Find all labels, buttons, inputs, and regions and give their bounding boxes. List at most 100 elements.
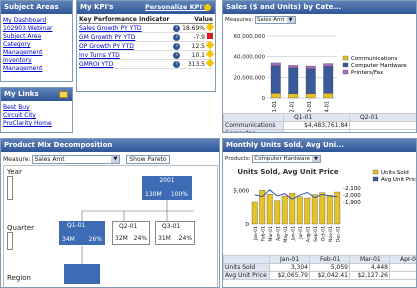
- folder-icon[interactable]: [59, 91, 68, 98]
- info-icon[interactable]: i: [173, 25, 181, 32]
- product-mix-title: Product Mix Decomposition: [4, 141, 113, 149]
- kpi-link[interactable]: OP Growth PY YTD: [79, 43, 134, 50]
- link-webinar-subject-area[interactable]: 102903 Webinar Subject Area: [3, 25, 70, 41]
- decomp-q1-label: Q1-01: [67, 222, 86, 229]
- x-tick-label: Feb-01: [260, 226, 266, 241]
- kpi-info-cell: i: [173, 41, 181, 51]
- chevron-down-icon: ▼: [312, 156, 321, 162]
- link-my-dashboard[interactable]: My Dashboard: [3, 17, 70, 25]
- info-icon[interactable]: i: [173, 52, 181, 59]
- bar-units-sold[interactable]: [251, 201, 258, 225]
- link-category-management[interactable]: Category Management: [3, 41, 70, 57]
- info-icon[interactable]: i: [173, 61, 181, 68]
- product-mix-pane: Product Mix Decomposition Measure: Sales…: [0, 138, 220, 288]
- bar-units-sold[interactable]: [274, 200, 281, 225]
- y2-tick-label: -2,100: [343, 186, 361, 192]
- bar-computer-hardware[interactable]: [323, 66, 334, 94]
- kpi-title: My KPI's: [80, 3, 114, 11]
- gear-icon[interactable]: [204, 4, 211, 11]
- decomp-node-q3[interactable]: Q3-01 31M 24%: [155, 221, 195, 245]
- bar-printers-fax[interactable]: [323, 63, 334, 67]
- units-row: Units Sold3,3045,0594,4483,5: [223, 263, 416, 272]
- units-products-label: Products:: [225, 156, 251, 162]
- decomp-region-node[interactable]: [64, 264, 100, 284]
- legend-swatch: [372, 176, 379, 182]
- sales-measures-select[interactable]: Sales Amt ▼: [254, 16, 296, 24]
- x-tick-label: Oct-01: [320, 226, 326, 241]
- mix-measure-select[interactable]: Sales Amt ▼: [32, 155, 121, 164]
- units-pane: Monthly Units Sold, Avg Uni... Products:…: [222, 138, 417, 288]
- my-links-pane: My Links Best Buy Circuit City ProClarit…: [0, 87, 73, 133]
- bar-computer-hardware[interactable]: [270, 65, 281, 94]
- status-icon: [205, 49, 215, 59]
- kpi-link[interactable]: GM Growth PY YTD: [79, 34, 135, 41]
- legend-swatch: [372, 169, 379, 175]
- decomp-q1-value: 34M: [62, 236, 75, 243]
- bar-computer-hardware[interactable]: [305, 68, 316, 94]
- units-products-select[interactable]: Computer Hardware ▼: [252, 155, 322, 163]
- x-tick-label: Jun-01: [290, 226, 296, 242]
- chevron-down-icon: ▼: [111, 156, 120, 163]
- decomp-q3-label: Q3-01: [162, 223, 181, 230]
- bar-units-sold[interactable]: [266, 194, 273, 225]
- decomp-q3-pct: 24%: [178, 235, 192, 242]
- status-icon: [207, 33, 213, 39]
- kpi-link[interactable]: GMROI YTD: [79, 61, 113, 68]
- link-circuit-city[interactable]: Circuit City: [3, 112, 70, 120]
- status-icon: [205, 22, 215, 32]
- bar-communications[interactable]: [305, 93, 316, 99]
- bar-printers-fax[interactable]: [305, 65, 316, 69]
- sales-row-label: Computer Hardware: [223, 129, 284, 132]
- x-tick-label: May-01: [283, 226, 289, 243]
- link-proclarity-home[interactable]: ProClarity Home: [3, 120, 70, 128]
- personalize-kpis-link[interactable]: Personalize KPI's: [145, 1, 208, 14]
- bar-computer-hardware[interactable]: [288, 67, 299, 94]
- x-tick-label: Jan-01: [253, 226, 259, 241]
- info-icon[interactable]: i: [173, 34, 181, 41]
- sales-measures-label: Measures:: [225, 17, 254, 23]
- bar-communications[interactable]: [288, 93, 299, 99]
- units-cell: 3,304: [269, 263, 310, 272]
- decomp-node-q2[interactable]: Q2-01 32M 24%: [112, 221, 150, 245]
- kpi-row: Sales Growth PY YTD i 18.69%: [79, 22, 215, 33]
- kpi-col-value: Value: [180, 16, 213, 24]
- kpi-link[interactable]: Inv Turns YTD: [79, 52, 120, 59]
- decomp-root-node[interactable]: 2001 130M 100%: [142, 176, 192, 200]
- show-pareto-button[interactable]: Show Pareto: [126, 155, 170, 164]
- bar-units-sold[interactable]: [311, 194, 318, 225]
- bar-printers-fax[interactable]: [288, 65, 299, 69]
- legend-label: Printers/Fax: [351, 70, 384, 76]
- kpi-value: 10.1: [191, 52, 205, 59]
- legend-label: Avg Unit Price: [381, 177, 416, 183]
- units-cell: 4,448: [349, 263, 390, 272]
- bar-units-sold[interactable]: [326, 195, 333, 225]
- kpi-row: GMROI YTD i 313.5: [79, 58, 215, 69]
- bar-communications[interactable]: [323, 93, 334, 99]
- kpi-value-cell: 10.1: [180, 49, 215, 60]
- units-col-feb: Feb-01: [309, 255, 350, 264]
- bar-units-sold[interactable]: [281, 195, 288, 225]
- units-title: Monthly Units Sold, Avg Uni...: [226, 141, 345, 149]
- status-icon: [205, 58, 215, 68]
- bar-communications[interactable]: [270, 93, 281, 99]
- kpi-pane: My KPI's Personalize KPI's Key Performan…: [76, 0, 216, 92]
- mix-measure-label: Measure:: [3, 156, 31, 163]
- legend-swatch: [342, 62, 349, 68]
- link-best-buy[interactable]: Best Buy: [3, 104, 70, 112]
- kpi-value-cell: 18.69%: [180, 22, 215, 33]
- units-products-value: Computer Hardware: [254, 156, 311, 162]
- sales-row: Communications$4,483,761.84$4,212,753.03: [223, 121, 416, 130]
- units-cell: $2,042.41: [309, 271, 350, 280]
- bar-printers-fax[interactable]: [270, 62, 281, 67]
- info-icon[interactable]: i: [173, 43, 181, 50]
- bar-units-sold[interactable]: [319, 192, 326, 225]
- kpi-value: 12.5: [191, 43, 205, 50]
- bar-units-sold[interactable]: [304, 197, 311, 225]
- units-col-jan: Jan-01: [269, 255, 310, 264]
- decomp-q3-value: 31M: [158, 235, 171, 242]
- kpi-link[interactable]: Sales Growth PY YTD: [79, 25, 142, 32]
- subject-areas-pane: Subject Areas My Dashboard 102903 Webina…: [0, 0, 73, 82]
- link-inventory-management[interactable]: Inventory Management: [3, 57, 70, 73]
- bar-units-sold[interactable]: [296, 196, 303, 225]
- decomp-node-q1[interactable]: Q1-01 34M 26%: [59, 221, 105, 245]
